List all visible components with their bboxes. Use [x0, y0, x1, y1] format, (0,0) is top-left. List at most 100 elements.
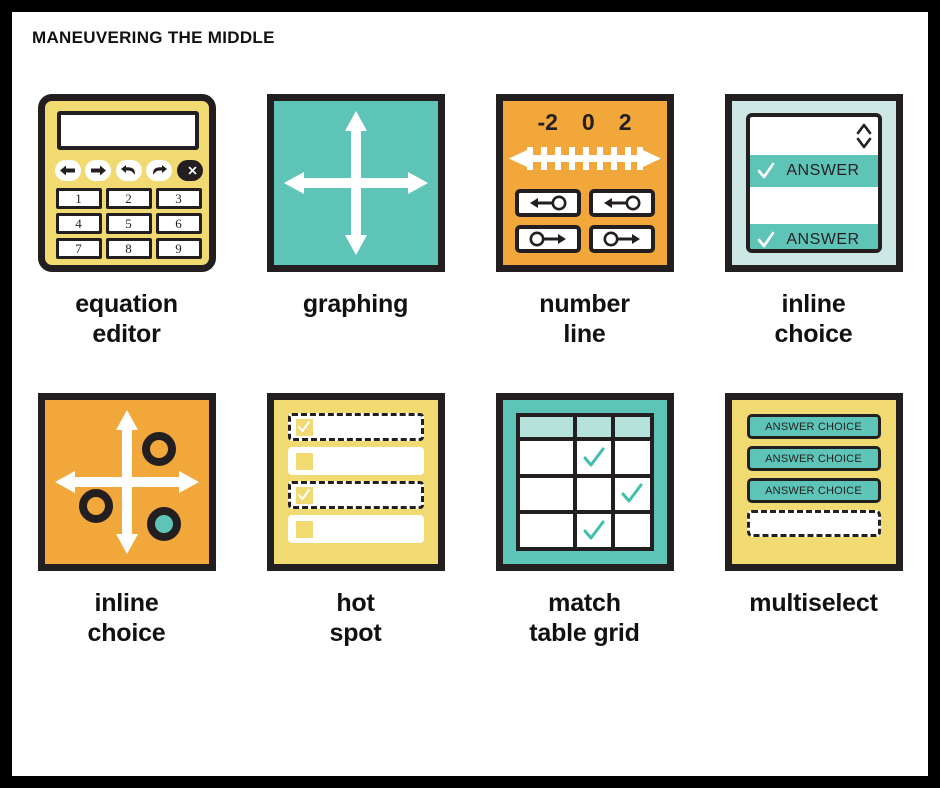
graphing-icon[interactable]: [266, 94, 445, 272]
item-caption: match table grid: [529, 589, 640, 648]
caption-line: editor: [92, 319, 161, 348]
checkbox-unchecked-icon[interactable]: [295, 452, 313, 470]
keypad-key[interactable]: 9: [155, 238, 202, 259]
ray-left-open-icon[interactable]: [514, 189, 581, 217]
dropdown-option-label: ANSWER: [786, 162, 860, 179]
caption-line: graphing: [302, 290, 409, 318]
keypad-key[interactable]: 6: [155, 213, 202, 234]
answer-choice-pill[interactable]: ANSWER CHOICE: [746, 414, 881, 439]
keypad-key[interactable]: 1: [55, 188, 102, 209]
table-cell[interactable]: [519, 514, 573, 547]
table-cell-checked[interactable]: [576, 441, 612, 474]
checkbox-unchecked-icon[interactable]: [295, 520, 313, 538]
equation-keypad[interactable]: 1 2 3 4 5 6 7 8 9: [55, 188, 202, 259]
table-cell[interactable]: [519, 477, 573, 511]
answer-choice-pill[interactable]: ANSWER CHOICE: [746, 446, 881, 471]
inline-choice-icon[interactable]: ANSWER ANSWER: [724, 94, 903, 272]
checkbox-checked-icon[interactable]: [295, 418, 313, 436]
tick-label: -2: [537, 109, 558, 135]
hot-spot-row[interactable]: [287, 515, 424, 543]
arrow-right-icon[interactable]: [85, 159, 111, 181]
page-title: MANEUVERING THE MIDDLE: [32, 28, 275, 47]
ray-left-open-icon[interactable]: [588, 189, 655, 217]
icon-grid: 1 2 3 4 5 6 7 8 9 equation editor graphi…: [12, 94, 928, 648]
dropdown-option-selected[interactable]: ANSWER: [749, 224, 878, 249]
dropdown-field[interactable]: [750, 117, 878, 155]
backspace-icon[interactable]: [176, 159, 203, 181]
caption-line: choice: [87, 618, 166, 647]
item-graphing[interactable]: graphing: [241, 94, 470, 349]
hot-spot-row[interactable]: [287, 481, 424, 509]
caption-line: spot: [329, 618, 382, 647]
hot-spot-row[interactable]: [287, 447, 424, 475]
dropdown-field[interactable]: [749, 187, 878, 224]
caption-line: number: [539, 290, 630, 318]
ray-right-open-icon[interactable]: [588, 225, 655, 253]
caption-line: equation: [75, 290, 178, 318]
hot-spot-icon[interactable]: [266, 393, 445, 571]
table-header-cell: [519, 417, 573, 438]
table-cell[interactable]: [615, 514, 650, 547]
keypad-key[interactable]: 4: [55, 213, 102, 234]
equation-display-field[interactable]: [56, 111, 199, 150]
answer-choice-pill[interactable]: ANSWER CHOICE: [746, 478, 881, 503]
multiselect-icon[interactable]: ANSWER CHOICE ANSWER CHOICE ANSWER CHOIC…: [724, 393, 903, 571]
item-caption: inline choice: [775, 290, 853, 349]
tick-label: 2: [618, 109, 632, 135]
check-icon: [753, 230, 779, 249]
caption-line: inline: [781, 290, 846, 318]
keypad-key[interactable]: 3: [155, 188, 202, 209]
dropdown-option-label: ANSWER: [786, 231, 860, 248]
icon-row-1: 1 2 3 4 5 6 7 8 9 equation editor graphi…: [12, 94, 928, 349]
inline-choice-plot-icon[interactable]: [37, 393, 216, 571]
plot-point-open: [141, 432, 176, 466]
multiselect-list[interactable]: ANSWER CHOICE ANSWER CHOICE ANSWER CHOIC…: [746, 414, 881, 537]
item-caption: equation editor: [75, 290, 178, 349]
item-number-line[interactable]: -2 0 2 number line: [470, 94, 699, 349]
item-match-table-grid[interactable]: match table grid: [470, 393, 699, 648]
tick-label: 0: [581, 109, 595, 135]
item-caption: number line: [539, 290, 630, 349]
drop-zone[interactable]: [746, 510, 881, 537]
ray-right-open-icon[interactable]: [514, 225, 581, 253]
hot-spot-row[interactable]: [287, 413, 424, 441]
icon-row-2: inline choice hot spot match table grid …: [12, 393, 928, 648]
dropdown-panel[interactable]: ANSWER ANSWER: [745, 113, 882, 253]
check-icon: [753, 161, 779, 181]
item-multiselect[interactable]: ANSWER CHOICE ANSWER CHOICE ANSWER CHOIC…: [699, 393, 928, 648]
table-cell-checked[interactable]: [615, 477, 650, 511]
table-cell[interactable]: [576, 477, 612, 511]
undo-icon[interactable]: [115, 159, 142, 181]
match-table[interactable]: [515, 413, 654, 551]
caption-line: multiselect: [749, 589, 878, 617]
dropdown-option-selected[interactable]: ANSWER: [749, 155, 878, 187]
hot-spot-list[interactable]: [287, 413, 424, 543]
keypad-key[interactable]: 5: [105, 213, 152, 234]
match-table-grid-icon[interactable]: [495, 393, 674, 571]
table-cell-checked[interactable]: [576, 514, 612, 547]
caption-line: hot: [336, 589, 375, 617]
item-inline-choice-plot[interactable]: inline choice: [12, 393, 241, 648]
checkbox-checked-icon[interactable]: [295, 486, 313, 504]
equation-editor-icon[interactable]: 1 2 3 4 5 6 7 8 9: [37, 94, 216, 272]
item-equation-editor[interactable]: 1 2 3 4 5 6 7 8 9 equation editor: [12, 94, 241, 349]
keypad-key[interactable]: 2: [105, 188, 152, 209]
caption-line: line: [563, 319, 606, 348]
number-line-tick-labels: -2 0 2: [503, 109, 667, 136]
table-cell[interactable]: [519, 441, 573, 474]
check-icon: [583, 520, 605, 540]
caption-line: match: [548, 589, 621, 617]
redo-icon[interactable]: [146, 159, 172, 181]
item-inline-choice-dropdown[interactable]: ANSWER ANSWER inline choice: [699, 94, 928, 349]
item-hot-spot[interactable]: hot spot: [241, 393, 470, 648]
number-line-buttons[interactable]: [514, 189, 655, 253]
keypad-key[interactable]: 8: [105, 238, 152, 259]
arrow-left-icon[interactable]: [54, 159, 81, 181]
table-cell[interactable]: [615, 441, 650, 474]
page-frame: MANEUVERING THE MIDDLE 1 2 3 4 5 6 7 8 9…: [12, 12, 928, 776]
check-icon: [621, 483, 643, 503]
number-line-icon[interactable]: -2 0 2: [495, 94, 674, 272]
keypad-key[interactable]: 7: [55, 238, 102, 259]
equation-op-row: [54, 159, 203, 181]
plot-point-filled: [146, 507, 181, 541]
